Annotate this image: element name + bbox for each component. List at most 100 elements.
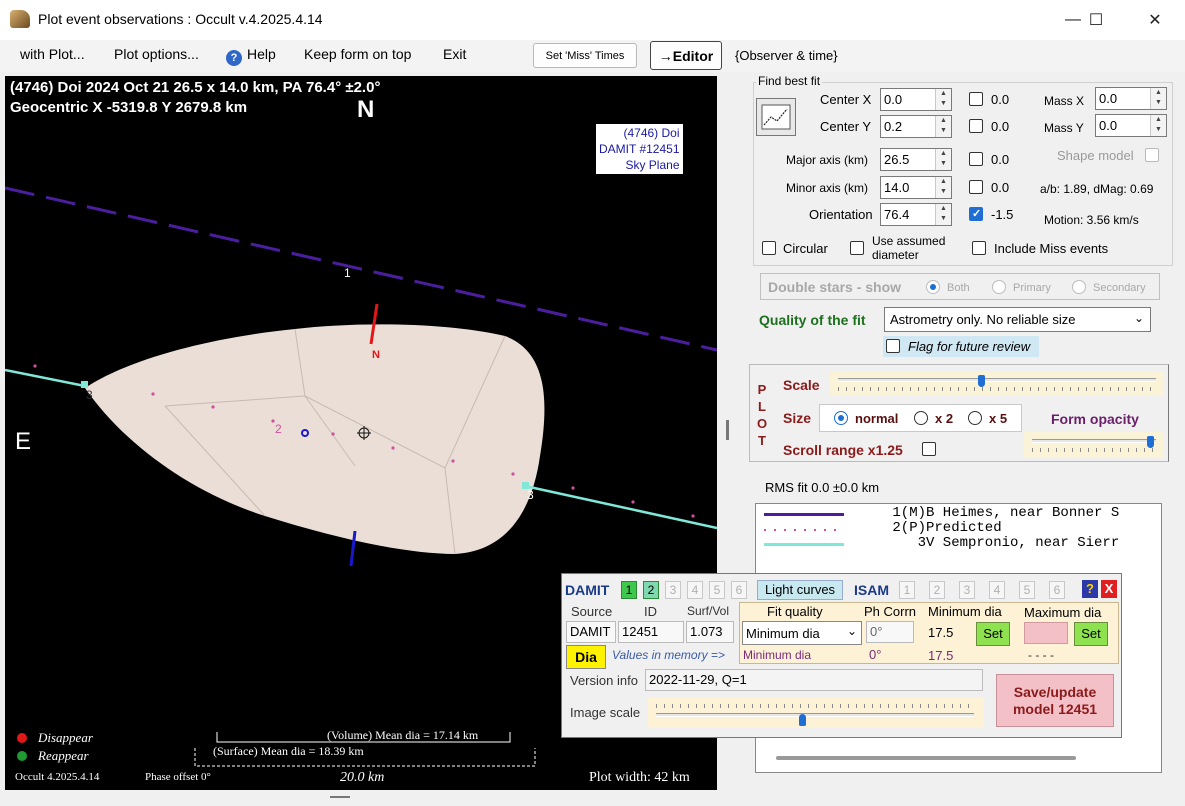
major-axis-value: 26.5 <box>884 152 910 167</box>
size-x2-radio[interactable] <box>914 411 928 425</box>
mass-x-input[interactable]: 0.0 ▲ ▼ <box>1095 87 1167 110</box>
fit-quality-select[interactable]: Minimum dia ⌄ <box>742 621 862 645</box>
menu-help-label: Help <box>247 46 276 62</box>
version-info-value: 2022-11-29, Q=1 <box>645 669 983 691</box>
volume-mean-dia: (Volume) Mean dia = 17.14 km <box>327 728 479 742</box>
orientation-checkbox[interactable] <box>969 207 983 221</box>
center-y-input[interactable]: 0.2 ▲ ▼ <box>880 115 952 138</box>
center-x-cb-value: 0.0 <box>991 92 1010 107</box>
chord-label-1: 1 <box>344 266 351 280</box>
form-opacity-slider[interactable] <box>1024 432 1164 458</box>
circular-label: Circular <box>783 241 828 256</box>
shape-model-checkbox[interactable] <box>1145 148 1159 162</box>
scale-slider[interactable] <box>830 372 1164 396</box>
mem-min-dia: 17.5 <box>928 648 954 663</box>
observer-name: V Sempronio, near Sierr <box>926 535 1120 551</box>
center-x-spin-arrows[interactable]: ▲ ▼ <box>935 89 951 110</box>
primary-radio[interactable] <box>992 280 1006 294</box>
isam-model-6[interactable]: 6 <box>1049 581 1065 599</box>
observer-number: 1(M) <box>892 505 926 521</box>
menu-with-plot[interactable]: with Plot... <box>18 46 87 62</box>
observer-row[interactable]: 3V Sempronio, near Sierr <box>756 535 1161 552</box>
damit-model-3[interactable]: 3 <box>665 581 681 599</box>
max-dia-set-button[interactable]: Set <box>1074 622 1108 646</box>
min-dia-set-button[interactable]: Set <box>976 622 1010 646</box>
minor-axis-spin-arrows[interactable]: ▲ ▼ <box>935 177 951 198</box>
chord-3-line-right <box>524 484 717 530</box>
isam-model-3[interactable]: 3 <box>959 581 975 599</box>
bottom-splitter-handle[interactable] <box>330 796 350 798</box>
damit-model-1[interactable]: 1 <box>621 581 637 599</box>
size-normal-radio[interactable] <box>834 411 848 425</box>
quality-select[interactable]: Astrometry only. No reliable size ⌄ <box>884 307 1151 332</box>
menu-keep-on-top[interactable]: Keep form on top <box>302 46 413 62</box>
include-miss-checkbox[interactable] <box>972 241 986 255</box>
observer-number: 2(P) <box>892 520 926 536</box>
editor-button[interactable]: →Editor <box>650 41 722 70</box>
secondary-radio[interactable] <box>1072 280 1086 294</box>
mass-x-spin-arrows[interactable]: ▲ ▼ <box>1150 88 1166 109</box>
both-radio[interactable] <box>926 280 940 294</box>
damit-close-button[interactable]: X <box>1101 580 1117 598</box>
reappear-dot <box>17 751 27 761</box>
splitter-handle[interactable] <box>726 420 729 440</box>
center-x-checkbox[interactable] <box>969 92 983 106</box>
form-opacity-label: Form opacity <box>1051 411 1139 427</box>
scale-slider-thumb[interactable] <box>978 375 986 387</box>
minor-axis-checkbox[interactable] <box>969 180 983 194</box>
surface-mean-dia: (Surface) Mean dia = 18.39 km <box>213 744 364 758</box>
image-scale-slider[interactable] <box>648 698 984 728</box>
dia-button[interactable]: Dia <box>566 645 606 669</box>
center-y-spin-arrows[interactable]: ▲ ▼ <box>935 116 951 137</box>
close-button[interactable]: ✕ <box>1132 0 1178 40</box>
scroll-range-checkbox[interactable] <box>922 442 936 456</box>
isam-model-1[interactable]: 1 <box>899 581 915 599</box>
scale-bar-label: 20.0 km <box>340 770 385 785</box>
menu-bar: with Plot... Plot options... ? Help Keep … <box>0 40 1185 72</box>
observer-time-link[interactable]: {Observer & time} <box>735 48 838 63</box>
menu-plot-options[interactable]: Plot options... <box>112 46 201 62</box>
chord-label-3-right: 3 <box>527 488 534 502</box>
orientation-spin-arrows[interactable]: ▲ ▼ <box>935 204 951 225</box>
observer-line-swatch <box>764 529 844 531</box>
form-opacity-thumb[interactable] <box>1146 436 1154 448</box>
min-dia-value: 17.5 <box>928 625 954 640</box>
damit-title: DAMIT <box>565 582 610 598</box>
size-x5-radio[interactable] <box>968 411 982 425</box>
isam-model-2[interactable]: 2 <box>929 581 945 599</box>
menu-exit[interactable]: Exit <box>441 46 468 62</box>
damit-model-4[interactable]: 4 <box>687 581 703 599</box>
set-miss-times-button[interactable]: Set 'Miss' Times <box>533 43 637 68</box>
max-dia-input[interactable] <box>1024 622 1068 644</box>
major-axis-spin-arrows[interactable]: ▲ ▼ <box>935 149 951 170</box>
observer-list-scrollbar[interactable] <box>776 756 1076 760</box>
save-update-button[interactable]: Save/update model 12451 <box>996 674 1114 727</box>
circular-checkbox[interactable] <box>762 241 776 255</box>
size-x5-label: x 5 <box>989 411 1008 426</box>
orientation-input[interactable]: 76.4 ▲ ▼ <box>880 203 952 226</box>
flag-review-checkbox[interactable] <box>886 339 900 353</box>
major-axis-input[interactable]: 26.5 ▲ ▼ <box>880 148 952 171</box>
light-curves-button[interactable]: Light curves <box>757 580 843 600</box>
damit-model-2[interactable]: 2 <box>643 581 659 599</box>
damit-help-button[interactable]: ? <box>1082 580 1098 598</box>
center-x-input[interactable]: 0.0 ▲ ▼ <box>880 88 952 111</box>
image-scale-thumb[interactable] <box>799 714 807 726</box>
assumed-dia-checkbox[interactable] <box>850 241 864 255</box>
menu-help[interactable]: ? Help <box>224 46 278 66</box>
isam-model-5[interactable]: 5 <box>1019 581 1035 599</box>
minor-axis-input[interactable]: 14.0 ▲ ▼ <box>880 176 952 199</box>
damit-model-6[interactable]: 6 <box>731 581 747 599</box>
major-axis-checkbox[interactable] <box>969 152 983 166</box>
damit-model-5[interactable]: 5 <box>709 581 725 599</box>
isam-model-4[interactable]: 4 <box>989 581 1005 599</box>
mass-y-input[interactable]: 0.0 ▲ ▼ <box>1095 114 1167 137</box>
find-fit-button[interactable] <box>756 98 796 136</box>
center-y-checkbox[interactable] <box>969 119 983 133</box>
maximize-button[interactable]: ☐ <box>1073 0 1119 40</box>
min-dia-label: Minimum dia <box>928 604 1002 619</box>
disappear-dot <box>17 733 27 743</box>
mass-y-spin-arrows[interactable]: ▲ ▼ <box>1150 115 1166 136</box>
ab-dmag-label: a/b: 1.89, dMag: 0.69 <box>1040 182 1154 196</box>
mem-ph-corrn: 0° <box>869 647 882 662</box>
